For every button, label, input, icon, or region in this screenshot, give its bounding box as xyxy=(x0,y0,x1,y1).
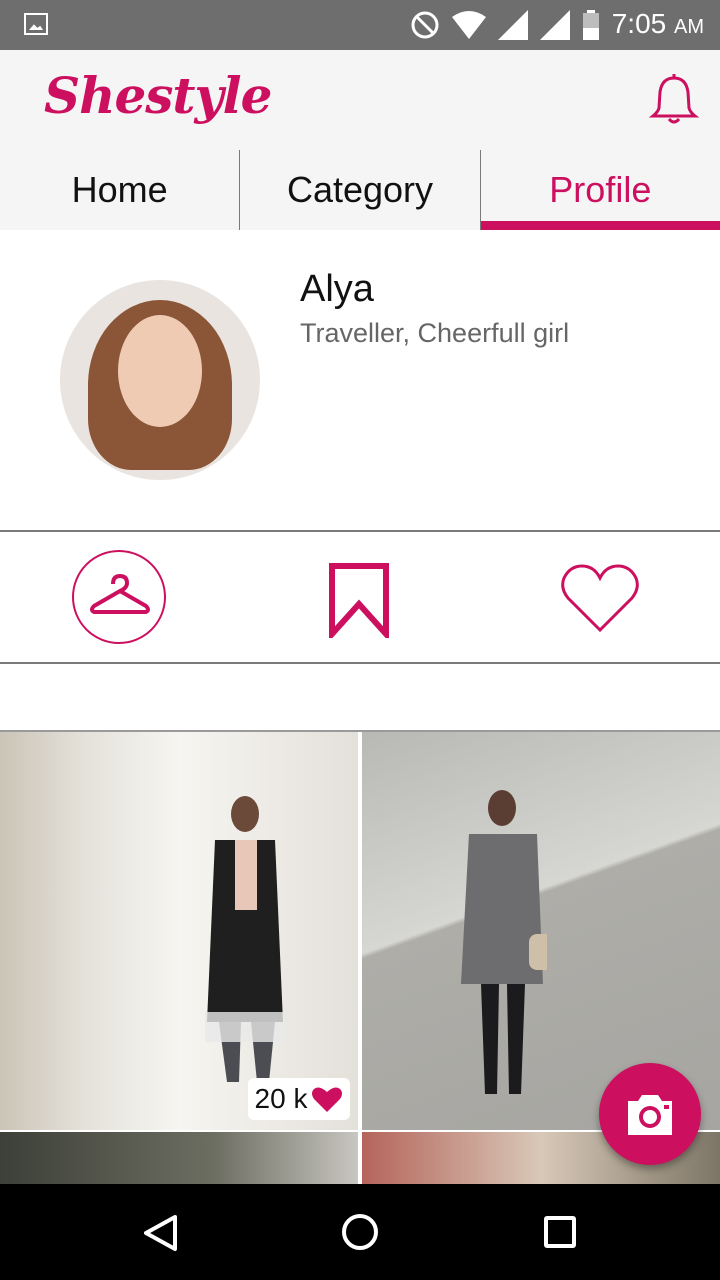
tab-category[interactable]: Category xyxy=(239,150,479,230)
signal-icon xyxy=(498,10,528,40)
wifi-icon xyxy=(452,11,486,39)
app-logo: Shestyle xyxy=(44,66,272,125)
avatar[interactable] xyxy=(60,280,260,480)
outfit-photo-3[interactable] xyxy=(0,1132,358,1186)
tab-profile[interactable]: Profile xyxy=(479,150,720,230)
avatar-face xyxy=(118,315,202,427)
bell-icon[interactable] xyxy=(646,72,702,128)
do-not-disturb-icon xyxy=(411,11,439,39)
hanger-icon xyxy=(90,574,150,614)
tab-bar: Home Category Profile xyxy=(0,150,720,230)
heart-icon[interactable] xyxy=(558,560,642,636)
back-icon[interactable] xyxy=(142,1214,178,1252)
profile-actions xyxy=(0,530,720,664)
likes-count: 20 k xyxy=(254,1083,308,1114)
battery-icon xyxy=(583,10,599,40)
gallery-notification-icon xyxy=(24,13,48,35)
status-bar: 7:05 AM xyxy=(0,0,720,50)
status-icons xyxy=(410,10,600,40)
clock-ampm: AM xyxy=(674,16,704,38)
likes-badge[interactable]: 20 k xyxy=(248,1078,350,1120)
home-nav-icon[interactable] xyxy=(342,1214,378,1250)
signal-icon-2 xyxy=(540,10,570,40)
model-figure xyxy=(461,790,547,1094)
camera-button[interactable] xyxy=(599,1063,701,1165)
outfit-photo-1[interactable]: 20 k xyxy=(0,732,358,1130)
tab-home[interactable]: Home xyxy=(0,150,239,230)
profile-name: Alya xyxy=(300,268,374,310)
heart-filled-icon xyxy=(312,1087,343,1112)
camera-icon xyxy=(628,1095,672,1135)
model-figure xyxy=(205,796,285,1082)
bookmark-icon[interactable] xyxy=(328,562,392,638)
clock-time: 7:05 xyxy=(611,8,667,39)
profile-bio: Traveller, Cheerfull girl xyxy=(300,318,570,348)
closet-button[interactable] xyxy=(72,550,166,644)
recent-apps-icon[interactable] xyxy=(544,1216,576,1248)
status-time: 7:05 AM xyxy=(612,8,704,40)
